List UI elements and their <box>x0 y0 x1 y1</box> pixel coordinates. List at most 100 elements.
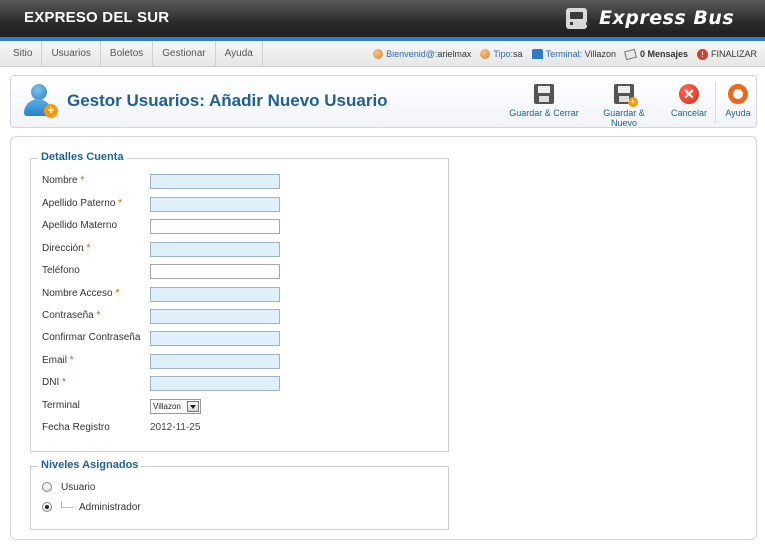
level-label: Administrador <box>79 501 141 513</box>
logout-icon: ! <box>696 48 708 60</box>
welcome-user: arielmax <box>437 49 472 59</box>
menu-item-sitio[interactable]: Sitio <box>4 41 43 67</box>
email-input[interactable] <box>150 354 280 369</box>
site-title: EXPRESO DEL SUR <box>24 9 170 26</box>
field-label: Nombre <box>42 175 78 186</box>
help-button[interactable]: Ayuda <box>721 84 755 124</box>
save-close-button[interactable]: Guardar & Cerrar <box>509 84 579 124</box>
terminal-label: Terminal: <box>545 49 583 59</box>
field-label: Teléfono <box>42 265 80 276</box>
field-row-apellido-paterno: Apellido Paterno * <box>31 197 450 213</box>
field-row-nombre: Nombre * <box>31 174 450 190</box>
logout-link[interactable]: ! FINALIZAR <box>696 48 757 60</box>
help-label: Ayuda <box>725 108 751 118</box>
field-label: Confirmar Contraseña <box>42 332 141 343</box>
status-type: Tipo: sa <box>480 49 523 59</box>
logout-label[interactable]: FINALIZAR <box>711 49 757 59</box>
level-label: Usuario <box>61 481 96 493</box>
apellido-paterno-input[interactable] <box>150 197 280 212</box>
home-icon <box>531 49 543 59</box>
required-marker: * <box>69 355 74 366</box>
type-value: sa <box>513 49 523 59</box>
status-welcome: Bienvenid@: arielmax <box>373 49 471 59</box>
welcome-label: Bienvenid@: <box>386 49 438 59</box>
registration-date-value: 2012-11-25 <box>150 422 201 433</box>
nombre-input[interactable] <box>150 174 280 189</box>
account-details-fieldset: Detalles Cuenta Nombre * Apellido Patern… <box>30 151 450 452</box>
assigned-levels-fieldset: Niveles Asignados Usuario Administrador <box>30 459 449 530</box>
cancel-icon: ✕ <box>679 84 699 104</box>
terminal-select-value: Villazon <box>153 402 181 411</box>
field-label: Nombre Acceso <box>42 288 113 299</box>
terminal-select[interactable]: Villazon <box>150 399 201 414</box>
terminal-value: Villazon <box>584 49 616 59</box>
field-row-email: Email * <box>31 354 450 370</box>
administrador-radio[interactable] <box>42 502 52 512</box>
toolbar-divider <box>715 82 716 124</box>
type-label: Tipo: <box>493 49 514 59</box>
required-marker: * <box>62 377 66 388</box>
save-new-label: Guardar & Nuevo <box>603 108 645 128</box>
nombre-acceso-input[interactable] <box>150 287 280 302</box>
field-row-terminal: Terminal Villazon <box>31 399 450 415</box>
field-row-telefono: Teléfono <box>31 264 450 280</box>
tree-connector <box>61 501 73 508</box>
field-label: DNI <box>42 377 60 388</box>
direccion-input[interactable] <box>150 242 280 257</box>
status-terminal: Terminal: Villazon <box>531 49 616 59</box>
usuario-radio[interactable] <box>42 482 52 492</box>
account-details-legend: Detalles Cuenta <box>38 151 127 163</box>
menu-item-ayuda[interactable]: Ayuda <box>216 41 263 67</box>
confirmar-contrasena-input[interactable] <box>150 331 280 346</box>
contrasena-input[interactable] <box>150 309 280 324</box>
status-messages[interactable]: 0 Mensajes <box>623 48 688 60</box>
field-label: Contraseña <box>42 310 94 321</box>
save-icon <box>534 84 554 104</box>
field-row-nombre-acceso: Nombre Acceso * <box>31 287 450 303</box>
save-new-icon: + <box>614 84 638 107</box>
apellido-materno-input[interactable] <box>150 219 280 234</box>
menu-item-boletos[interactable]: Boletos <box>101 41 154 67</box>
date-field-label: Fecha Registro <box>42 422 110 433</box>
field-row-dni: DNI * <box>31 376 450 392</box>
bus-icon <box>566 7 589 29</box>
brand-logo: Express Bus <box>566 5 734 31</box>
field-label: Apellido Materno <box>42 220 118 231</box>
terminal-field-label: Terminal <box>42 400 80 411</box>
menu-item-usuarios[interactable]: Usuarios <box>42 41 101 67</box>
field-label: Apellido Paterno <box>42 198 116 209</box>
field-row-apellido-materno: Apellido Materno <box>31 219 450 235</box>
field-label: Dirección <box>42 243 84 254</box>
save-close-label: Guardar & Cerrar <box>509 108 579 118</box>
field-row-fecha-registro: Fecha Registro 2012-11-25 <box>31 421 450 437</box>
app-header: EXPRESO DEL SUR Express Bus <box>0 0 765 37</box>
chevron-down-icon[interactable] <box>187 401 199 412</box>
menu-item-gestionar[interactable]: Gestionar <box>153 41 216 67</box>
page-title: Gestor Usuarios: Añadir Nuevo Usuario <box>67 91 388 110</box>
page-toolbar: + Gestor Usuarios: Añadir Nuevo Usuario … <box>10 75 757 128</box>
field-row-direccion: Dirección * <box>31 242 450 258</box>
required-marker: * <box>115 288 120 299</box>
menu-bar: Sitio Usuarios Boletos Gestionar Ayuda B… <box>0 41 765 67</box>
required-marker: * <box>118 198 123 209</box>
main-menu: Sitio Usuarios Boletos Gestionar Ayuda <box>4 41 263 67</box>
status-bar: Bienvenid@: arielmax Tipo: sa Terminal: … <box>364 41 757 67</box>
cancel-label: Cancelar <box>670 108 708 118</box>
telefono-input[interactable] <box>150 264 280 279</box>
field-row-contrasena: Contraseña * <box>31 309 450 325</box>
mail-icon <box>623 48 637 60</box>
level-option-administrador[interactable]: Administrador <box>42 500 141 514</box>
logo-text: Express Bus <box>599 7 735 29</box>
form-panel: Detalles Cuenta Nombre * Apellido Patern… <box>10 136 757 540</box>
required-marker: * <box>86 243 91 254</box>
assigned-levels-legend: Niveles Asignados <box>38 459 142 471</box>
user-type-icon <box>480 49 491 59</box>
required-marker: * <box>80 175 85 186</box>
cancel-button[interactable]: ✕ Cancelar <box>667 84 711 124</box>
messages-count[interactable]: 0 Mensajes <box>640 49 688 59</box>
save-new-button[interactable]: + Guardar & Nuevo <box>589 84 659 128</box>
level-option-usuario[interactable]: Usuario <box>42 480 95 494</box>
required-marker: * <box>96 310 101 321</box>
dni-input[interactable] <box>150 376 280 391</box>
field-label: Email <box>42 355 68 366</box>
